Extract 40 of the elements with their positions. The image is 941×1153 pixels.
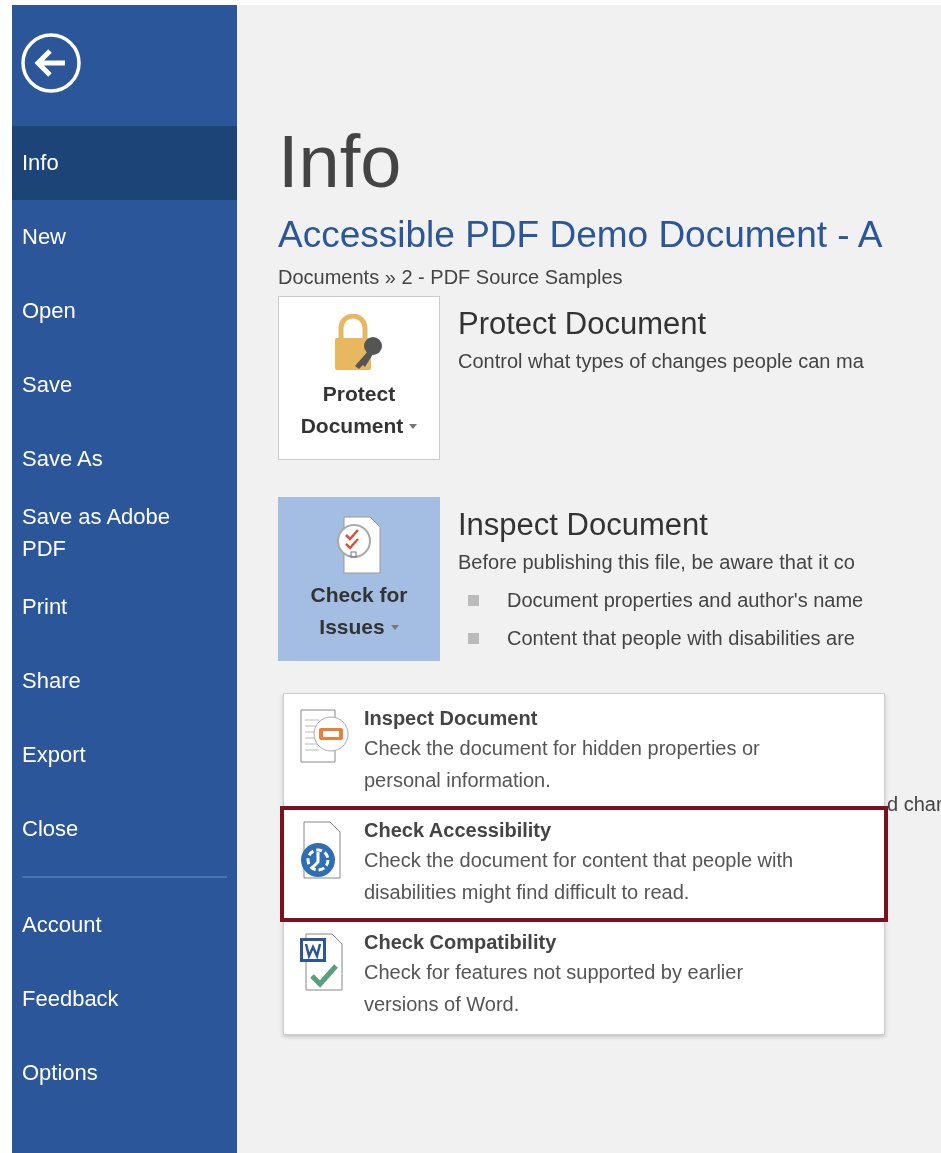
- menu-item[interactable]: Info: [12, 126, 237, 200]
- section-description: Before publishing this file, be aware that it co: [458, 550, 855, 575]
- bullet-text: Document properties and author's name: [507, 588, 864, 613]
- page-heading: Info: [278, 120, 402, 204]
- document-title: Accessible PDF Demo Document - A: [278, 213, 883, 257]
- menu-item[interactable]: Share: [12, 644, 237, 718]
- item-description: Check the document for hidden properties or personal information.: [364, 736, 761, 793]
- menu-item[interactable]: Options: [12, 1036, 237, 1110]
- item-description: Check for features not supported by earlier versions of Word.: [364, 960, 745, 1017]
- bullet-square-icon: [468, 594, 479, 606]
- menu-item[interactable]: Account: [12, 888, 237, 962]
- dropdown-item[interactable]: Check Compatibility Check for features not supported by earlier versions of Word.: [284, 922, 884, 1030]
- check-issues-button[interactable]: Check for Issues: [278, 497, 440, 661]
- menu-item[interactable]: Feedback: [12, 962, 237, 1036]
- caret-icon: [390, 624, 399, 630]
- dropdown-item[interactable]: Check Accessibility Check the document for content that people with disabilities might find difficult to read.: [280, 806, 888, 922]
- bullet-text: Content that people with disabilities are: [507, 626, 855, 651]
- item-description: Check the document for content that people with disabilities might find difficult to read.: [364, 848, 795, 905]
- item-title: Check Accessibility: [364, 818, 552, 843]
- breadcrumb: Documents » 2 - PDF Source Samples: [278, 265, 623, 290]
- menu-item[interactable]: New: [12, 200, 237, 274]
- bullet-square-icon: [468, 632, 479, 644]
- menu-item[interactable]: Save As: [12, 422, 237, 496]
- menu-item[interactable]: Save: [12, 348, 237, 422]
- menu-item[interactable]: Export: [12, 718, 237, 792]
- item-title: Inspect Document: [364, 706, 538, 731]
- item-title: Check Compatibility: [364, 930, 557, 955]
- dropdown-item[interactable]: Inspect Document Check the document for hidden properties or personal information.: [284, 698, 884, 806]
- menu-item[interactable]: Save as Adobe PDF: [12, 496, 237, 570]
- section-title: Inspect Document: [458, 506, 708, 544]
- back-button[interactable]: [20, 32, 82, 94]
- protect-document-button[interactable]: Protect Document: [278, 296, 440, 460]
- inspect-document-icon: [299, 708, 351, 764]
- caret-icon: [409, 423, 418, 429]
- menu-item[interactable]: Open: [12, 274, 237, 348]
- section-title: Protect Document: [458, 305, 707, 343]
- menu-item[interactable]: Close: [12, 792, 237, 866]
- checklist-document-icon: [334, 515, 384, 575]
- menu-item[interactable]: Print: [12, 570, 237, 644]
- section-description: Control what types of changes people can ma: [458, 349, 864, 374]
